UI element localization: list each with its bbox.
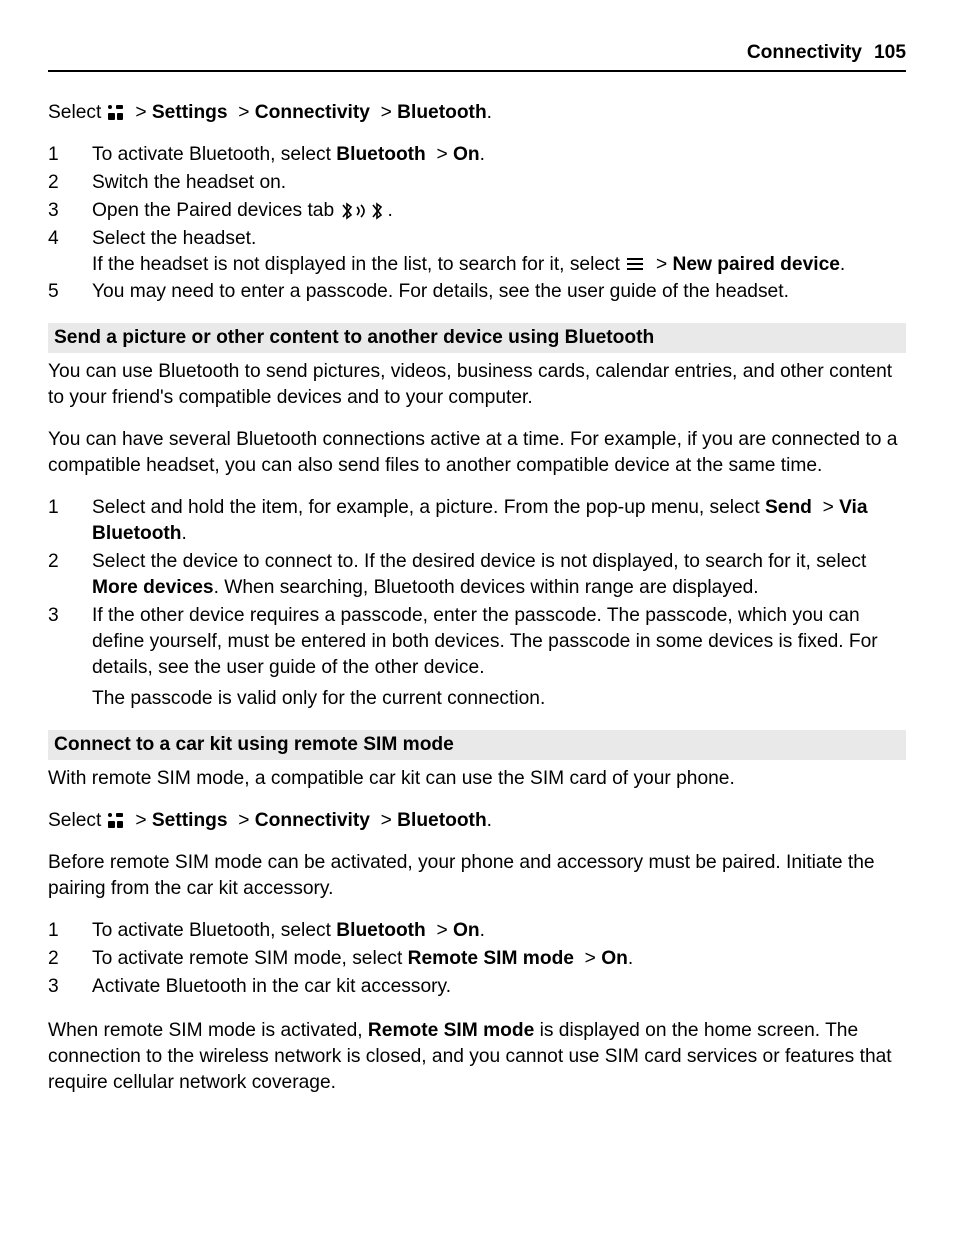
step-b1: 1 Select and hold the item, for example,… xyxy=(48,495,906,547)
section2-p1: You can use Bluetooth to send pictures, … xyxy=(48,359,906,411)
step-4: 4 Select the headset. If the headset is … xyxy=(48,226,906,278)
section2-p2: You can have several Bluetooth connectio… xyxy=(48,427,906,479)
section3-p2: Before remote SIM mode can be activated,… xyxy=(48,850,906,902)
nav-connectivity: Connectivity xyxy=(255,810,370,831)
nav-select-label: Select xyxy=(48,102,107,123)
step-c1: 1 To activate Bluetooth, select Bluetoot… xyxy=(48,918,906,944)
step-c2: 2 To activate remote SIM mode, select Re… xyxy=(48,946,906,972)
nav-path-2: Select > Settings > Connectivity > Bluet… xyxy=(48,808,906,834)
step-number: 2 xyxy=(48,946,92,972)
step-2: 2 Switch the headset on. xyxy=(48,170,906,196)
section3-p1: With remote SIM mode, a compatible car k… xyxy=(48,766,906,792)
nav-path-1: Select > Settings > Connectivity > Bluet… xyxy=(48,100,906,126)
step-number: 3 xyxy=(48,198,92,224)
nav-bluetooth: Bluetooth xyxy=(397,102,487,123)
step-number: 1 xyxy=(48,142,92,168)
options-list-icon xyxy=(625,256,645,272)
chapter-title: Connectivity xyxy=(747,40,862,66)
step-number: 2 xyxy=(48,549,92,601)
step-body: To activate remote SIM mode, select Remo… xyxy=(92,946,906,972)
step-body: To activate Bluetooth, select Bluetooth … xyxy=(92,918,906,944)
step-number: 4 xyxy=(48,226,92,278)
nav-settings: Settings xyxy=(152,102,228,123)
step-body: Select the device to connect to. If the … xyxy=(92,549,906,601)
section-title-send: Send a picture or other content to anoth… xyxy=(48,323,906,353)
step-body: You may need to enter a passcode. For de… xyxy=(92,279,906,305)
step-number: 1 xyxy=(48,495,92,547)
step-number: 5 xyxy=(48,279,92,305)
page-number: 105 xyxy=(874,40,906,66)
step-5: 5 You may need to enter a passcode. For … xyxy=(48,279,906,305)
nav-connectivity: Connectivity xyxy=(255,102,370,123)
section-title-carkit: Connect to a car kit using remote SIM mo… xyxy=(48,730,906,760)
step-number: 3 xyxy=(48,974,92,1000)
menu-grid-icon xyxy=(107,104,125,122)
nav-select-label: Select xyxy=(48,810,107,831)
menu-grid-icon xyxy=(107,812,125,830)
step-body: Open the Paired devices tab . xyxy=(92,198,906,224)
step-number: 2 xyxy=(48,170,92,196)
steps-list-a: 1 To activate Bluetooth, select Bluetoot… xyxy=(48,142,906,306)
step-body: To activate Bluetooth, select Bluetooth … xyxy=(92,142,906,168)
step-number: 1 xyxy=(48,918,92,944)
step-body: If the other device requires a passcode,… xyxy=(92,603,906,713)
document-page: Connectivity 105 Select > Settings > Con… xyxy=(0,0,954,1152)
section3-p3: When remote SIM mode is activated, Remot… xyxy=(48,1018,906,1096)
step-body: Select the headset. If the headset is no… xyxy=(92,226,906,278)
step-3: 3 Open the Paired devices tab . xyxy=(48,198,906,224)
step-b2: 2 Select the device to connect to. If th… xyxy=(48,549,906,601)
step-1: 1 To activate Bluetooth, select Bluetoot… xyxy=(48,142,906,168)
step-body: Switch the headset on. xyxy=(92,170,906,196)
bluetooth-paired-icon xyxy=(339,202,387,220)
steps-list-b: 1 Select and hold the item, for example,… xyxy=(48,495,906,712)
nav-settings: Settings xyxy=(152,810,228,831)
step-body: Select and hold the item, for example, a… xyxy=(92,495,906,547)
step-c3: 3 Activate Bluetooth in the car kit acce… xyxy=(48,974,906,1000)
nav-bluetooth: Bluetooth xyxy=(397,810,487,831)
step-number: 3 xyxy=(48,603,92,713)
step-b3: 3 If the other device requires a passcod… xyxy=(48,603,906,713)
steps-list-c: 1 To activate Bluetooth, select Bluetoot… xyxy=(48,918,906,1000)
page-header: Connectivity 105 xyxy=(48,40,906,72)
step-body: Activate Bluetooth in the car kit access… xyxy=(92,974,906,1000)
